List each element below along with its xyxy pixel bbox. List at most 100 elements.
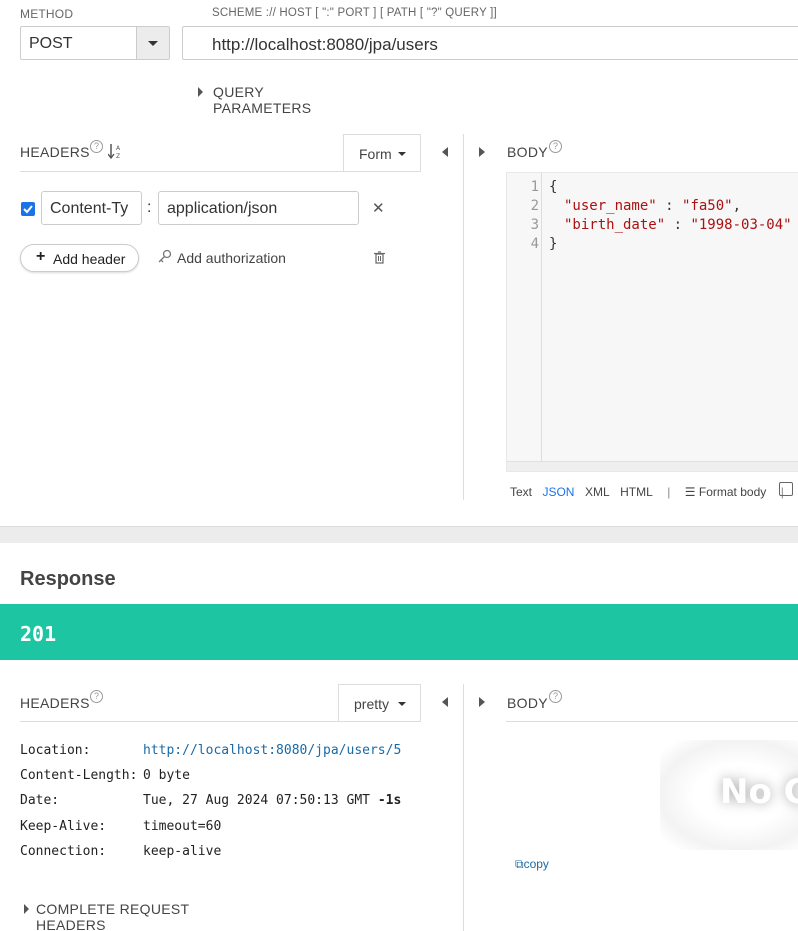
response-title: Response: [20, 568, 116, 590]
query-parameters-label: QUERY PARAMETERS: [213, 84, 312, 116]
format-body-button[interactable]: ☰ Format body: [685, 485, 766, 499]
format-text[interactable]: Text: [510, 485, 532, 499]
response-header-value: Tue, 27 Aug 2024 07:50:13 GMT -1s: [143, 793, 401, 808]
header-name-input[interactable]: Content-Ty: [41, 191, 142, 225]
response-header-name: Content-Length:: [20, 768, 138, 783]
method-dropdown-toggle[interactable]: [136, 27, 169, 59]
caret-down-icon: [398, 702, 406, 706]
collapse-left-icon[interactable]: [442, 697, 448, 707]
svg-text:Z: Z: [116, 153, 120, 160]
plus-icon: +: [36, 248, 46, 265]
code-line: "user_name" : "fa50",: [564, 198, 741, 214]
method-label: METHOD: [20, 7, 74, 21]
header-value-input[interactable]: application/json: [158, 191, 359, 225]
response-header-link[interactable]: http://localhost:8080/jpa/users/5: [143, 743, 401, 758]
copy-button[interactable]: ⧉copy: [515, 857, 549, 872]
code-line: "birth_date" : "1998-03-04": [564, 217, 792, 233]
sort-az-icon[interactable]: A Z: [107, 142, 122, 160]
code-line: {: [549, 179, 558, 195]
caret-down-icon: [398, 152, 406, 156]
request-body-title: BODY: [507, 144, 548, 160]
help-icon[interactable]: ?: [549, 140, 562, 153]
svg-text:A: A: [116, 145, 121, 152]
date-offset: -1s: [377, 793, 402, 808]
json-key: "user_name": [564, 198, 657, 214]
date-value: Tue, 27 Aug 2024 07:50:13 GMT: [143, 793, 370, 808]
help-icon[interactable]: ?: [549, 690, 562, 703]
format-icon: ☰: [684, 485, 696, 499]
json-sep: :: [656, 198, 683, 214]
status-bar: 201: [0, 604, 798, 660]
add-header-button[interactable]: + Add header: [20, 244, 139, 272]
response-headers-mode-value: pretty: [354, 696, 390, 712]
close-icon[interactable]: ✕: [372, 199, 385, 217]
response-header-value: timeout=60: [143, 819, 222, 834]
response-header-value: 0 byte: [143, 768, 190, 783]
response-header-name: Connection:: [20, 844, 107, 859]
url-value: http://localhost:8080/jpa/users: [212, 35, 438, 54]
add-header-label: Add header: [53, 251, 126, 267]
headers-divider: [20, 171, 421, 172]
caret-down-icon: [148, 41, 158, 46]
copy-icon: ⧉: [515, 857, 524, 871]
response-header-name: Date:: [20, 793, 60, 808]
checkbox-icon: [23, 205, 33, 214]
collapse-left-icon[interactable]: [442, 147, 448, 157]
complete-request-headers-label: COMPLETE REQUEST HEADERS: [36, 901, 190, 931]
status-code: 201: [20, 622, 57, 646]
json-value: "fa50": [682, 198, 733, 214]
response-headers-divider: [20, 721, 421, 722]
format-body-label: Format body: [698, 485, 767, 499]
json-tail: ,: [732, 198, 742, 214]
help-icon[interactable]: ?: [90, 690, 103, 703]
response-headers-mode-select[interactable]: pretty: [338, 684, 421, 722]
query-parameters-toggle[interactable]: QUERY PARAMETERS: [196, 84, 366, 116]
json-value: "1998-03-04": [690, 217, 792, 233]
expand-right-icon: [24, 904, 29, 914]
format-separator: |: [667, 485, 671, 499]
line-number: 4: [530, 236, 539, 252]
header-value-text: application/json: [167, 200, 278, 217]
code-line: }: [549, 236, 558, 252]
headers-mode-select[interactable]: Form: [343, 134, 421, 172]
panel-divider: [463, 134, 464, 500]
line-number: 3: [530, 217, 539, 233]
line-number: 1: [530, 179, 539, 195]
line-number: 2: [530, 198, 539, 214]
expand-right-icon[interactable]: [479, 697, 485, 707]
format-html[interactable]: HTML: [620, 485, 653, 499]
add-authorization-link[interactable]: Add authorization: [177, 250, 286, 266]
method-select[interactable]: POST: [20, 26, 170, 60]
editor-scrollbar[interactable]: [507, 461, 798, 471]
request-headers-title: HEADERS: [20, 144, 90, 160]
expand-right-icon[interactable]: [479, 147, 485, 157]
format-json[interactable]: JSON: [542, 485, 574, 499]
help-icon[interactable]: ?: [90, 140, 103, 153]
response-headers-title: HEADERS: [20, 695, 90, 711]
complete-request-headers-toggle[interactable]: COMPLETE REQUEST HEADERS: [22, 901, 262, 931]
header-enabled-checkbox[interactable]: [21, 202, 35, 216]
response-body-title: BODY: [507, 695, 548, 711]
response-body-divider: [506, 721, 798, 722]
json-key: "birth_date": [564, 217, 666, 233]
json-sep: :: [665, 217, 691, 233]
response-header-name: Location:: [20, 743, 91, 758]
method-value: POST: [29, 35, 73, 52]
response-panel-divider: [463, 684, 464, 931]
header-separator: :: [147, 199, 152, 216]
format-xml[interactable]: XML: [585, 485, 610, 499]
key-icon: [158, 249, 172, 265]
url-input[interactable]: http://localhost:8080/jpa/users: [182, 26, 798, 60]
section-separator: [0, 526, 798, 543]
body-format-bar: Text JSON XML HTML | ☰ Format body |: [510, 483, 798, 499]
copy-label: copy: [523, 857, 549, 871]
body-option-checkbox[interactable]: [779, 482, 793, 496]
response-header-name: Keep-Alive:: [20, 819, 107, 834]
expand-right-icon: [198, 87, 203, 97]
url-label: SCHEME :// HOST [ ":" PORT ] [ PATH [ "?…: [212, 7, 497, 19]
no-content-overlay: No C: [660, 740, 798, 850]
trash-icon[interactable]: [374, 251, 385, 264]
header-name-value: Content-Ty: [50, 200, 129, 217]
response-header-value: keep-alive: [143, 844, 222, 859]
body-editor[interactable]: 1 2 3 4 { "user_name" : "fa50", "birth_d…: [506, 172, 798, 472]
